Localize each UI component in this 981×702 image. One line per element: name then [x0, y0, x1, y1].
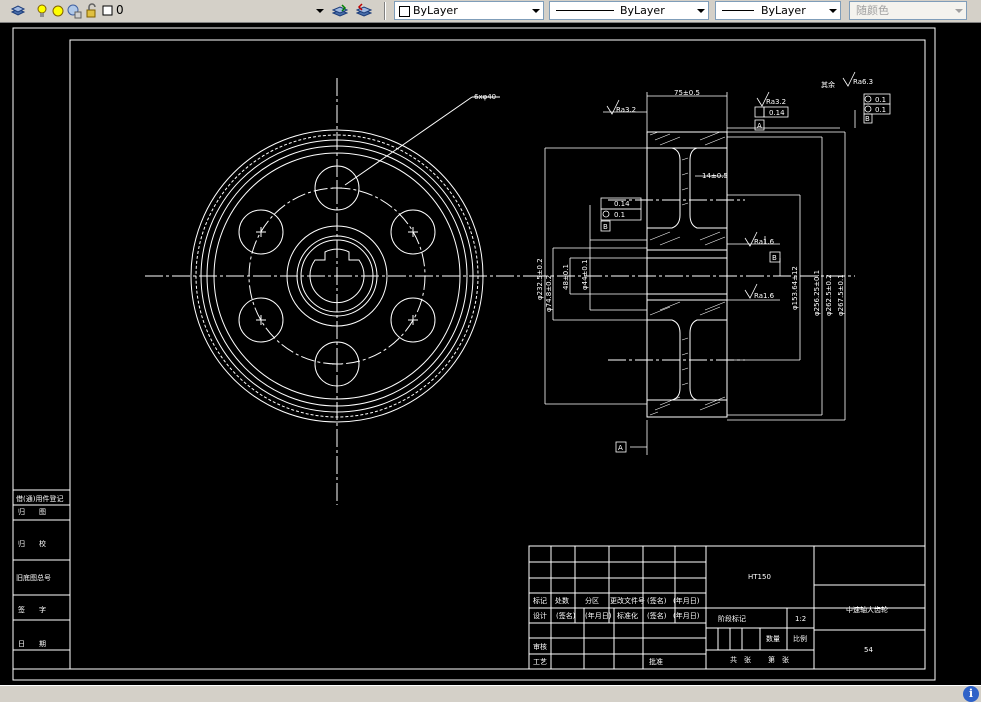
design-cell: (签名) [647, 611, 667, 620]
drawing-border [69, 39, 926, 670]
rough-bore-top: Ra1.6 [754, 238, 775, 246]
linetype-control-label: ByLayer [620, 4, 665, 17]
design-cell: 标准化 [617, 611, 638, 620]
rough-bore-bot: Ra1.6 [754, 292, 775, 300]
datum-b-right: B [772, 254, 777, 262]
flatness-1: 0.1 [875, 96, 886, 104]
rough-other-label: Ra6.3 [853, 78, 873, 86]
freeze-viewport-icon[interactable] [66, 3, 82, 19]
layer-dropdown-arrow[interactable] [313, 1, 327, 20]
lineweight-control-label: ByLayer [761, 4, 806, 17]
datum-b-top: B [865, 115, 870, 123]
dim-44: φ44±0.1 [581, 259, 589, 290]
status-bar: i [0, 685, 981, 702]
dimension-lines [544, 92, 856, 455]
ratio-label: 比例 [793, 634, 807, 643]
design-cell: (年月日) [673, 611, 700, 620]
sheet-number: 第 张 [768, 655, 789, 664]
stage-mark-label: 阶段标记 [718, 614, 746, 623]
lineweight-sample [722, 10, 754, 11]
datum-a-top: A [757, 122, 762, 130]
runout-top-label: 0.14 [769, 109, 785, 117]
linetype-sample [556, 10, 614, 11]
chevron-down-icon[interactable] [529, 2, 543, 19]
rev-header: (年月日) [673, 596, 700, 605]
design-cell: (签名) [556, 611, 576, 620]
design-cell: 设计 [533, 611, 547, 620]
rough-top-label: Ra3.2 [766, 98, 786, 106]
datum-b-mid: B [603, 223, 608, 231]
weight-label: 数量 [766, 634, 780, 643]
plotstyle-control: 随颜色 [849, 1, 967, 20]
sun-icon[interactable] [50, 3, 66, 19]
plotstyle-control-label: 随颜色 [856, 4, 889, 17]
lightbulb-icon[interactable] [34, 3, 50, 19]
rev-header: (签名) [647, 596, 667, 605]
chevron-down-icon [952, 2, 966, 19]
color-control-label: ByLayer [413, 4, 458, 17]
left-strip-row: 旧底图总号 [16, 573, 51, 582]
left-strip-row: 日 期 [18, 640, 46, 648]
color-swatch-icon[interactable] [100, 3, 116, 19]
dim-74: φ74.8±0.2 [545, 275, 553, 312]
dim-232: φ232.5±0.2 [536, 258, 544, 300]
left-strip-row: 归 图 [18, 507, 46, 516]
sheets-total: 共 张 [730, 655, 751, 664]
left-strip-row: 归 校 [18, 539, 46, 548]
dim-267: φ267.5±0.1 [837, 274, 845, 316]
process-label: 工艺 [533, 658, 547, 666]
datum-a-bottom: A [618, 444, 623, 452]
page-number: 54 [864, 646, 873, 654]
design-cell: (年月日) [585, 611, 612, 620]
dim-web-width: 14±0.5 [702, 172, 728, 180]
lineweight-control[interactable]: ByLayer [715, 1, 841, 20]
left-strip-row: 签 字 [18, 605, 46, 614]
part-name: 中速轴大齿轮 [846, 605, 888, 614]
color-swatch-box [399, 6, 410, 17]
rough-left-label: Ra3.2 [616, 106, 636, 114]
material-label: HT150 [748, 573, 771, 581]
roughness-symbols [606, 71, 856, 299]
dim-262: φ262.5±0.2 [825, 274, 833, 316]
paper-border [12, 27, 936, 681]
layer-manager-icon[interactable] [10, 3, 26, 19]
rev-header: 更改文件号 [610, 596, 645, 605]
linetype-control[interactable]: ByLayer [549, 1, 709, 20]
layer-name: 0 [116, 3, 124, 17]
dim-width: 75±0.5 [674, 89, 700, 97]
rev-header: 处数 [555, 596, 569, 605]
chevron-down-icon[interactable] [694, 2, 708, 19]
color-control[interactable]: ByLayer [394, 1, 544, 20]
chevron-down-icon[interactable] [826, 2, 840, 19]
hole-callout: 6xφ40 [474, 93, 496, 101]
gear-front-view [145, 78, 530, 505]
lock-icon[interactable] [84, 3, 100, 19]
dim-256: φ256.25±0.1 [813, 270, 821, 316]
other-surface-label: 其余 [821, 80, 835, 89]
drawing-canvas[interactable]: 6xφ40 75±0.5 Ra3.2 Ra3.2 0.14 A 其余 Ra6.3… [0, 22, 981, 685]
toolbar-separator [384, 2, 386, 20]
rev-header: 标记 [533, 596, 547, 605]
info-icon[interactable]: i [963, 686, 979, 702]
flatness-2: 0.1 [875, 106, 886, 114]
scale-value: 1:2 [795, 615, 806, 623]
properties-toolbar: 0 ByLayer ByLayer ByLayer 随颜色 [0, 0, 981, 23]
runout-mid-label: 0.14 [614, 200, 630, 208]
make-current-layer-icon[interactable] [332, 3, 348, 19]
circularity-label: 0.1 [614, 211, 625, 219]
review-label: 审核 [533, 642, 547, 651]
approve-label: 批准 [649, 657, 663, 666]
dim-48: 48±0.1 [562, 264, 570, 290]
dim-153: φ153.64±12 [791, 266, 799, 310]
rev-header: 分区 [585, 596, 599, 605]
layer-previous-icon[interactable] [356, 3, 372, 19]
gear-section-view [530, 131, 855, 418]
left-strip-row: 借(通)用件登记 [16, 494, 63, 503]
